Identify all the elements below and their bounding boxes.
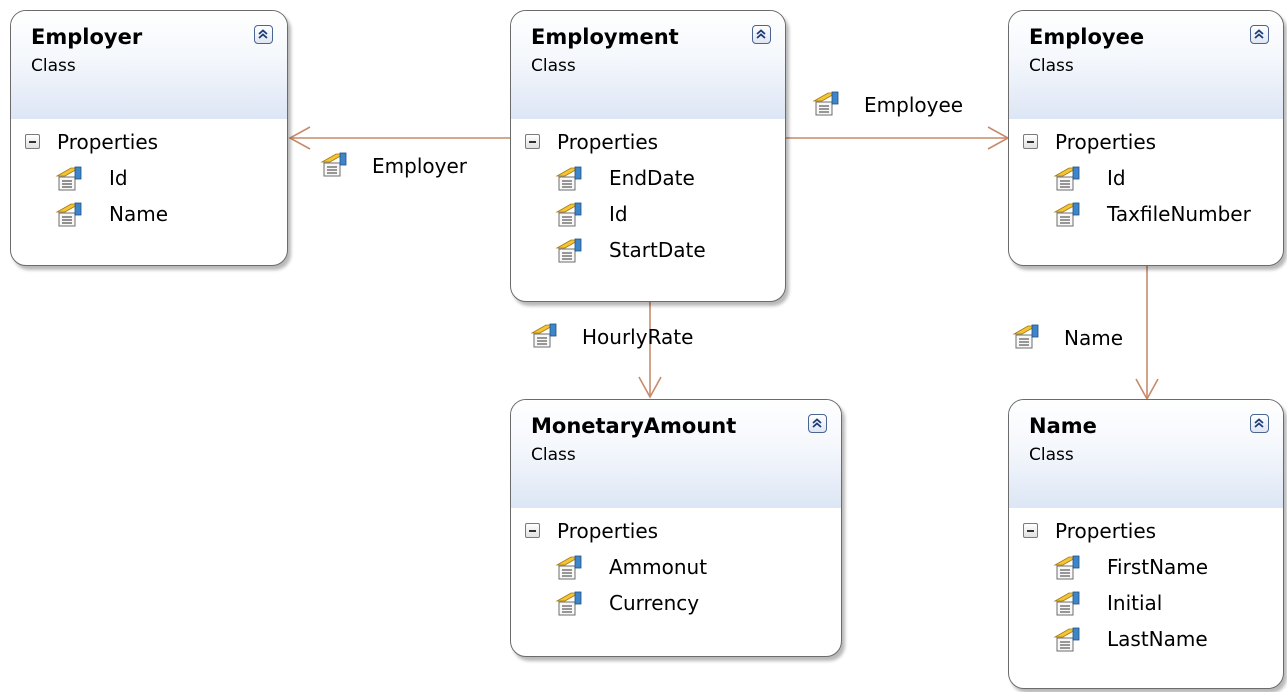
compartment-label: Properties (57, 130, 159, 154)
property-name: Initial (1107, 591, 1163, 615)
class-header: Employee Class (1009, 11, 1283, 119)
property-item[interactable]: LastName (1009, 621, 1283, 657)
compartment-label: Properties (557, 130, 659, 154)
collapse-minus-icon[interactable] (525, 134, 540, 149)
property-icon (1053, 202, 1080, 227)
property-item[interactable]: Currency (511, 585, 841, 621)
property-icon (320, 152, 347, 177)
class-header: Employment Class (511, 11, 785, 119)
property-item[interactable]: StartDate (511, 232, 785, 268)
compartment-header[interactable]: Properties (1009, 125, 1283, 160)
property-name: Id (109, 166, 128, 190)
association-label-text: Employee (864, 93, 964, 117)
collapse-chevron-icon[interactable] (1250, 25, 1269, 44)
property-name: Id (1107, 166, 1126, 190)
property-list: Id Name (11, 160, 287, 232)
property-item[interactable]: Id (11, 160, 287, 196)
compartment-label: Properties (1055, 130, 1157, 154)
collapse-minus-icon[interactable] (525, 523, 540, 538)
collapse-minus-icon[interactable] (1023, 134, 1038, 149)
property-icon (1053, 627, 1080, 652)
collapse-chevron-icon[interactable] (808, 414, 827, 433)
property-icon (555, 555, 582, 580)
class-kind: Class (31, 56, 76, 76)
property-icon (555, 202, 582, 227)
properties-compartment: Properties Id Name (11, 119, 287, 232)
class-name: MonetaryAmount (531, 414, 737, 438)
property-icon (1053, 166, 1080, 191)
class-box-name[interactable]: Name Class Properties FirstName Initial (1008, 399, 1284, 689)
property-item[interactable]: Id (1009, 160, 1283, 196)
class-kind: Class (1029, 56, 1074, 76)
property-name: Ammonut (609, 555, 708, 579)
association-label-text: HourlyRate (582, 325, 694, 349)
class-box-employment[interactable]: Employment Class Properties EndDate Id S… (510, 10, 786, 302)
class-box-employee[interactable]: Employee Class Properties Id TaxfileNumb… (1008, 10, 1284, 266)
compartment-label: Properties (1055, 519, 1157, 543)
class-name: Employment (531, 25, 679, 49)
properties-compartment: Properties FirstName Initial LastName (1009, 508, 1283, 657)
property-name: Currency (609, 591, 700, 615)
property-icon (812, 91, 839, 116)
properties-compartment: Properties EndDate Id StartDate (511, 119, 785, 268)
property-icon (555, 238, 582, 263)
property-item[interactable]: EndDate (511, 160, 785, 196)
class-kind: Class (1029, 445, 1074, 465)
association-label-text: Employer (372, 154, 467, 178)
property-item[interactable]: Id (511, 196, 785, 232)
class-diagram: Employer Class Properties Id Name Employ… (0, 0, 1287, 692)
class-kind: Class (531, 445, 576, 465)
class-name: Employee (1029, 25, 1145, 49)
compartment-label: Properties (557, 519, 659, 543)
compartment-header[interactable]: Properties (511, 514, 841, 549)
property-icon (555, 591, 582, 616)
property-name: StartDate (609, 238, 706, 262)
property-item[interactable]: Initial (1009, 585, 1283, 621)
properties-compartment: Properties Id TaxfileNumber (1009, 119, 1283, 232)
compartment-header[interactable]: Properties (511, 125, 785, 160)
property-name: Name (109, 202, 169, 226)
property-item[interactable]: Name (11, 196, 287, 232)
collapse-chevron-icon[interactable] (1250, 414, 1269, 433)
collapse-minus-icon[interactable] (25, 134, 40, 149)
class-header: Name Class (1009, 400, 1283, 508)
property-icon (530, 323, 557, 348)
collapse-chevron-icon[interactable] (752, 25, 771, 44)
property-icon (555, 166, 582, 191)
property-name: EndDate (609, 166, 695, 190)
property-icon (55, 166, 82, 191)
collapse-minus-icon[interactable] (1023, 523, 1038, 538)
compartment-header[interactable]: Properties (1009, 514, 1283, 549)
property-name: TaxfileNumber (1107, 202, 1251, 226)
compartment-header[interactable]: Properties (11, 125, 287, 160)
property-item[interactable]: FirstName (1009, 549, 1283, 585)
property-icon (1053, 555, 1080, 580)
class-header: Employer Class (11, 11, 287, 119)
property-icon (1053, 591, 1080, 616)
property-name: FirstName (1107, 555, 1209, 579)
class-name: Name (1029, 414, 1097, 438)
property-list: FirstName Initial LastName (1009, 549, 1283, 657)
class-box-monetary-amount[interactable]: MonetaryAmount Class Properties Ammonut … (510, 399, 842, 657)
property-icon (1012, 324, 1039, 349)
property-name: Id (609, 202, 628, 226)
property-list: Ammonut Currency (511, 549, 841, 621)
class-header: MonetaryAmount Class (511, 400, 841, 508)
association-label-text: Name (1064, 326, 1124, 350)
properties-compartment: Properties Ammonut Currency (511, 508, 841, 621)
property-list: EndDate Id StartDate (511, 160, 785, 268)
property-icon (55, 202, 82, 227)
property-item[interactable]: TaxfileNumber (1009, 196, 1283, 232)
class-kind: Class (531, 56, 576, 76)
property-list: Id TaxfileNumber (1009, 160, 1283, 232)
property-name: LastName (1107, 627, 1208, 651)
property-item[interactable]: Ammonut (511, 549, 841, 585)
class-box-employer[interactable]: Employer Class Properties Id Name (10, 10, 288, 266)
collapse-chevron-icon[interactable] (254, 25, 273, 44)
class-name: Employer (31, 25, 143, 49)
